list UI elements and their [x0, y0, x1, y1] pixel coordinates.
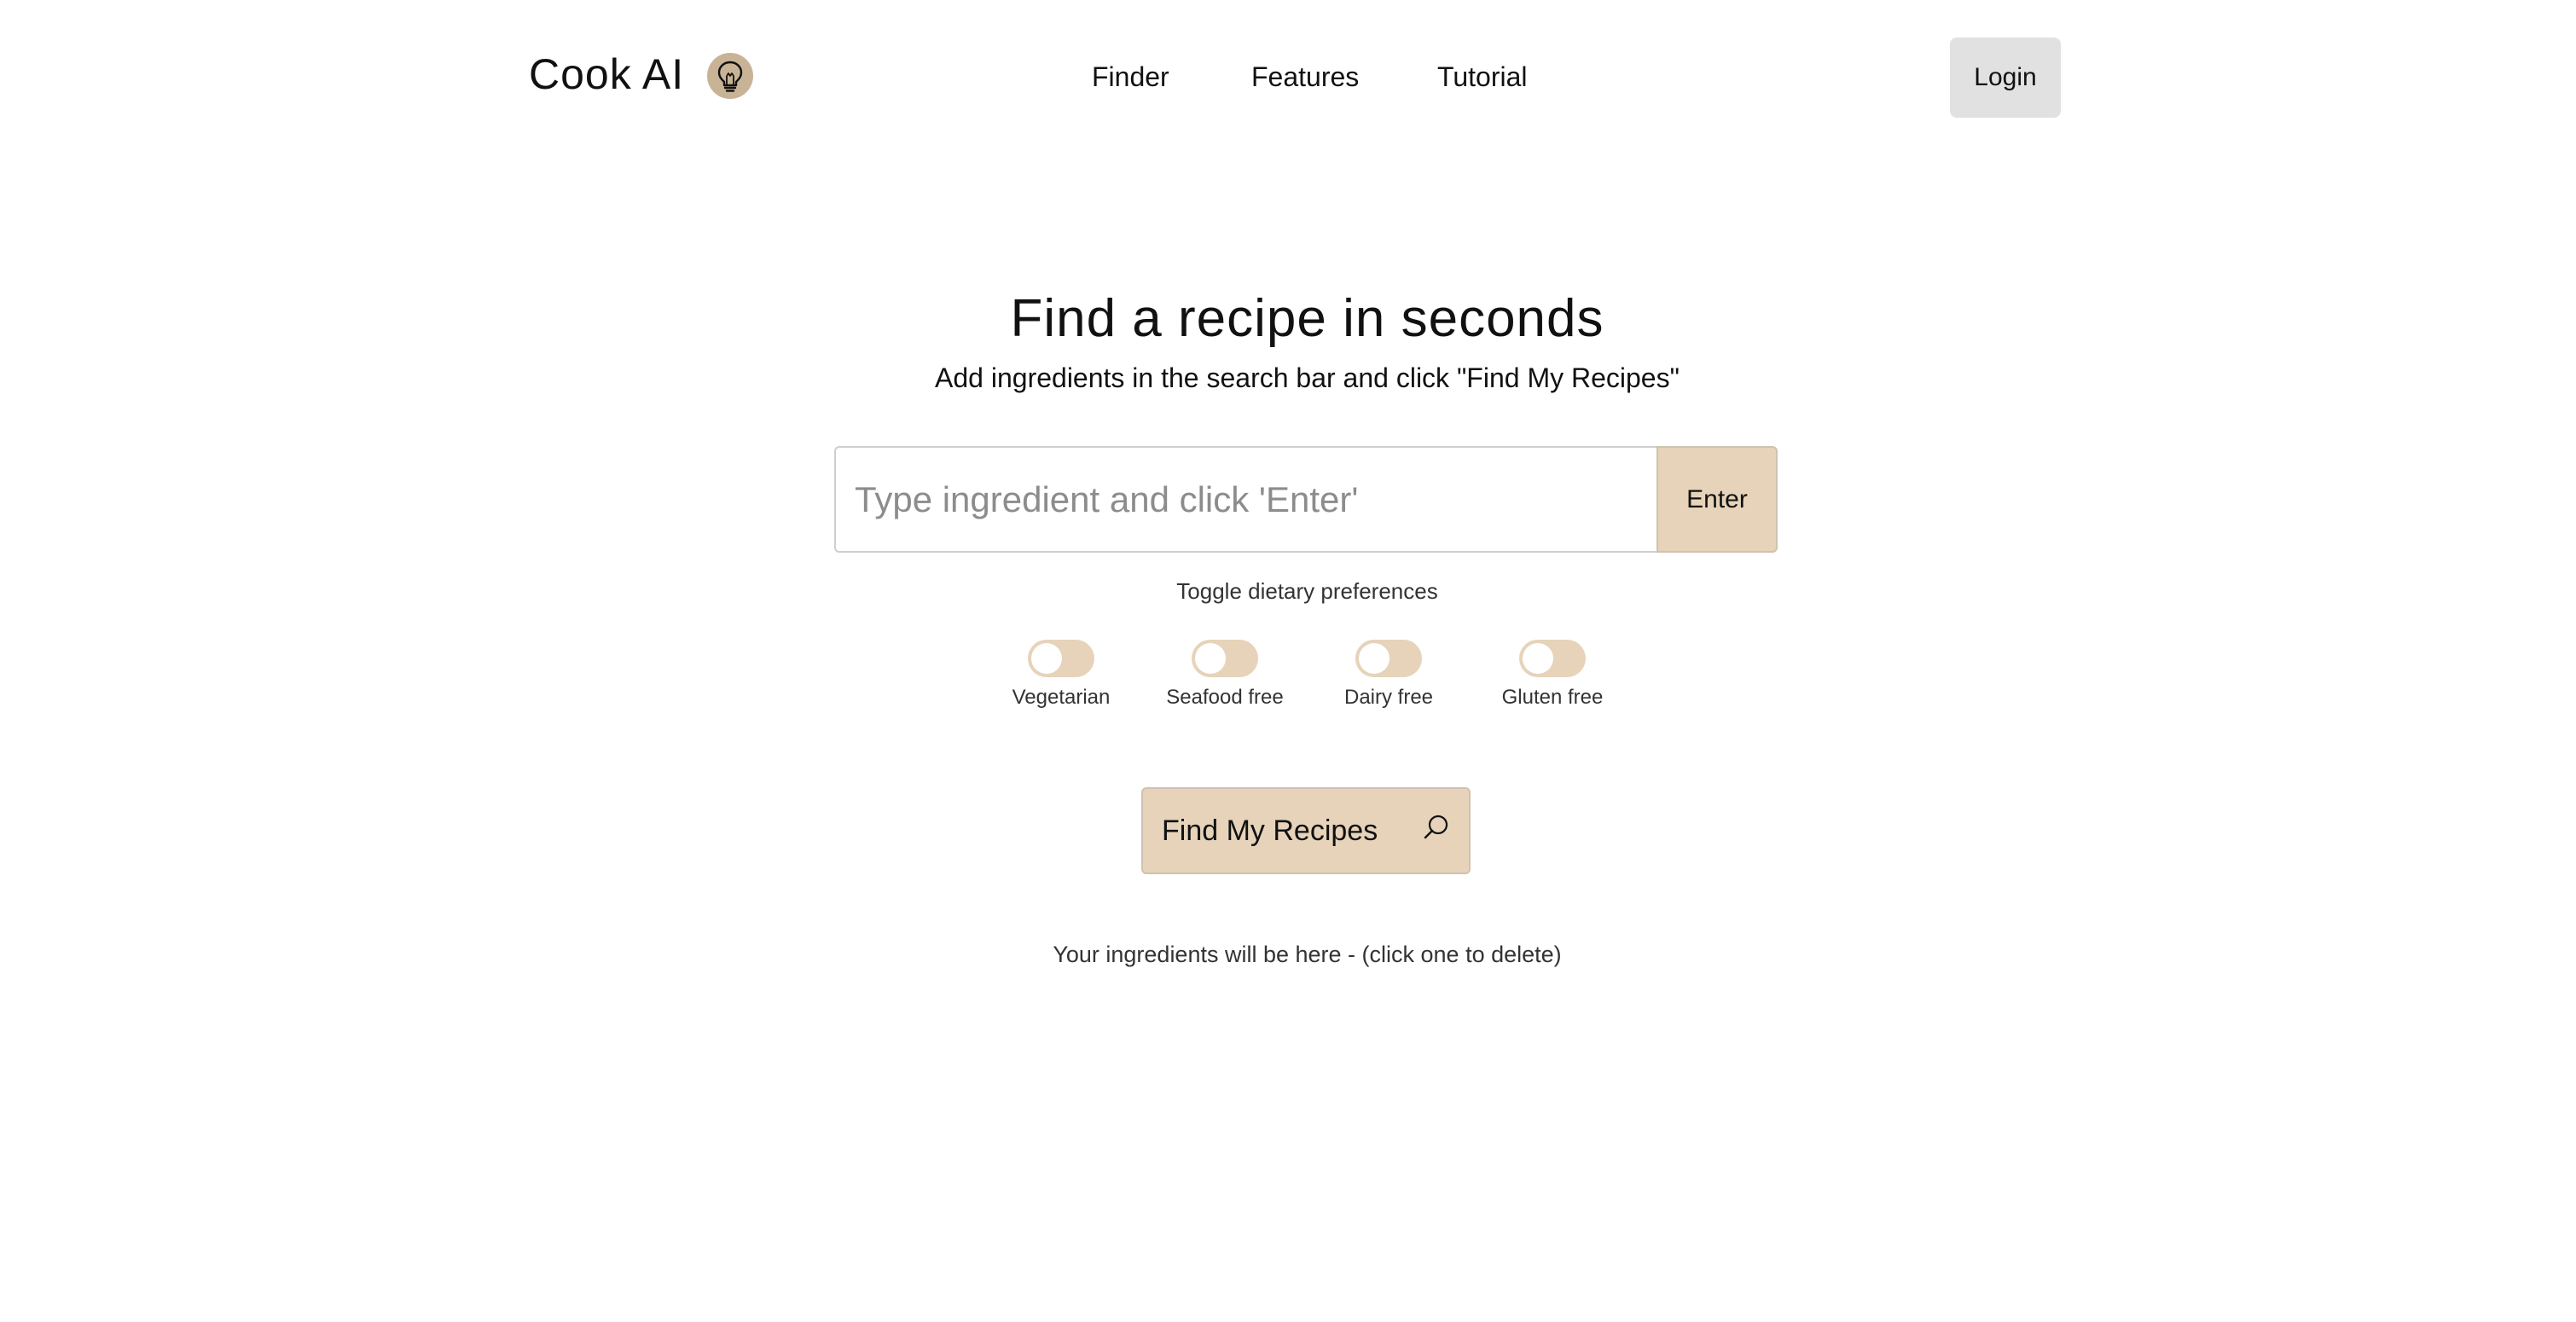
switch-knob — [1195, 643, 1226, 674]
toggle-label: Gluten free — [1501, 686, 1604, 709]
find-my-recipes-label: Find My Recipes — [1162, 814, 1378, 847]
toggle-label: Vegetarian — [1012, 686, 1111, 709]
switch-knob — [1031, 643, 1062, 674]
lightbulb-icon — [707, 53, 753, 99]
dairy-free-switch[interactable] — [1355, 640, 1422, 677]
nav-finder[interactable]: Finder — [1092, 61, 1169, 93]
switch-knob — [1359, 643, 1390, 674]
brand-name: Cook AI — [529, 50, 685, 98]
enter-button[interactable]: Enter — [1656, 446, 1778, 553]
ingredient-search: Enter — [834, 446, 1778, 553]
toggle-label: Dairy free — [1343, 686, 1434, 709]
toggle-seafood-free: Seafood free — [1157, 640, 1293, 710]
nav-tutorial[interactable]: Tutorial — [1437, 61, 1528, 93]
login-button[interactable]: Login — [1950, 38, 2061, 118]
seafood-free-switch[interactable] — [1192, 640, 1258, 677]
toggle-label: Seafood free — [1166, 686, 1284, 709]
ingredients-placeholder-text: Your ingredients will be here - (click o… — [1053, 942, 1562, 967]
vegetarian-switch[interactable] — [1028, 640, 1094, 677]
gluten-free-switch[interactable] — [1519, 640, 1586, 677]
page-title: Find a recipe in seconds — [1010, 289, 1604, 348]
dietary-preferences-caption: Toggle dietary preferences — [1176, 578, 1438, 604]
switch-knob — [1523, 643, 1553, 674]
ingredient-input[interactable] — [834, 446, 1656, 553]
page: Cook AI Finder Features Tutorial Login F… — [0, 0, 2576, 1322]
toggle-gluten-free: Gluten free — [1484, 640, 1621, 710]
find-my-recipes-button[interactable]: Find My Recipes — [1141, 787, 1471, 874]
nav-features[interactable]: Features — [1251, 61, 1359, 93]
toggle-vegetarian: Vegetarian — [993, 640, 1129, 710]
search-icon — [1421, 812, 1452, 850]
page-subtitle: Add ingredients in the search bar and cl… — [935, 362, 1680, 393]
toggle-dairy-free: Dairy free — [1320, 640, 1457, 710]
